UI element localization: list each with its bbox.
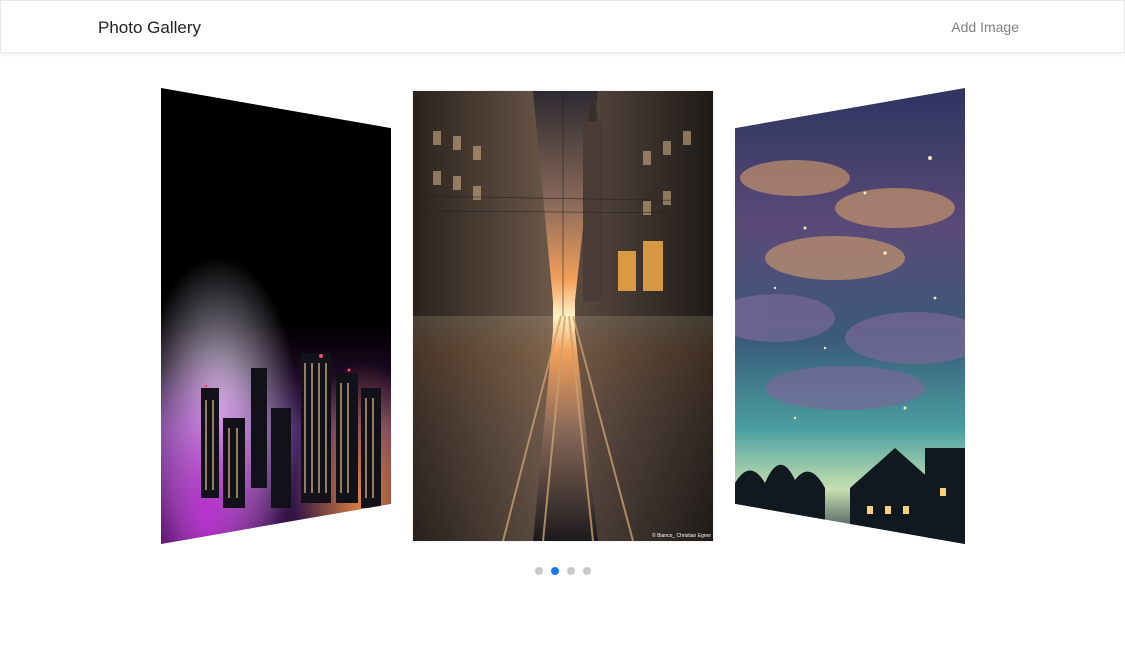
top-bar: Photo Gallery Add Image	[0, 0, 1125, 53]
pagination-dot-4[interactable]	[583, 567, 591, 575]
photo-credit: © Bianco_ Christian Egner	[652, 533, 711, 539]
add-image-button[interactable]: Add Image	[951, 19, 1019, 35]
slide-right-image[interactable]	[735, 88, 965, 544]
slide-center-image[interactable]: © Bianco_ Christian Egner	[413, 91, 713, 541]
foggy-city-image	[161, 88, 391, 544]
carousel: © Bianco_ Christian Egner	[0, 53, 1125, 665]
pagination-dot-2-active[interactable]	[551, 567, 559, 575]
pagination-dot-3[interactable]	[567, 567, 575, 575]
pagination-dot-1[interactable]	[535, 567, 543, 575]
carousel-pagination	[535, 567, 591, 575]
street-reflection-image	[413, 91, 713, 541]
starry-sky-image	[735, 88, 965, 544]
slide-left-image[interactable]	[161, 88, 391, 544]
app-title: Photo Gallery	[98, 18, 201, 37]
